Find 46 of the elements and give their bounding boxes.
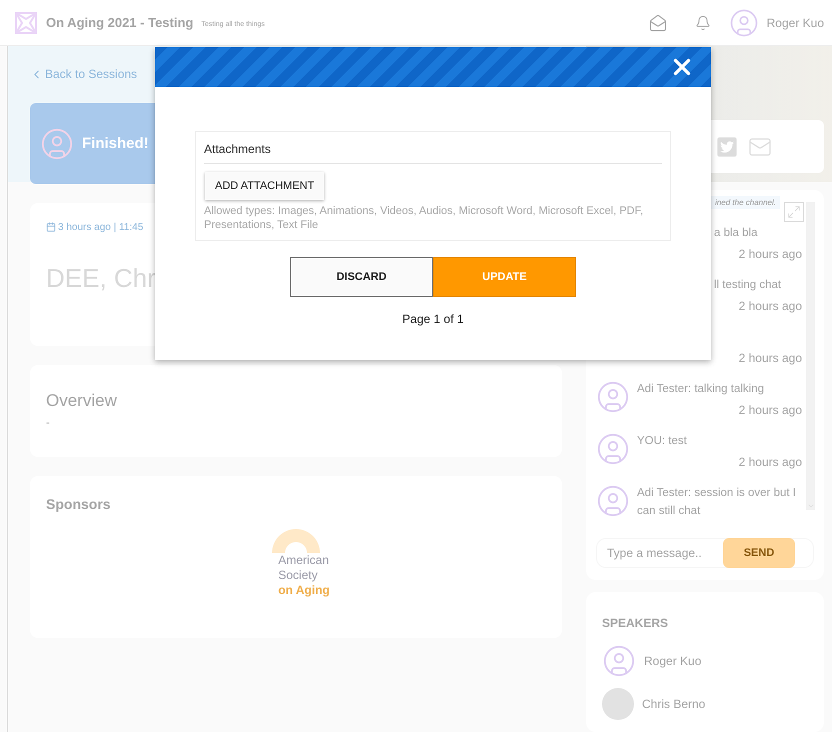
message-time: 2 hours ago <box>738 351 802 365</box>
status-text: Finished! <box>82 135 149 152</box>
avatar-icon <box>602 644 636 678</box>
sponsor-logo-text: on Aging <box>278 583 330 598</box>
app-title: On Aging 2021 - Testing <box>46 15 194 30</box>
overview-title: Overview <box>46 391 117 411</box>
add-attachment-button[interactable]: ADD ATTACHMENT <box>205 172 324 200</box>
sponsors-title: Sponsors <box>46 496 111 512</box>
chat-message: a bla bla <box>714 226 758 241</box>
message-field[interactable]: Type a message.. SEND <box>596 538 814 568</box>
chevron-down-icon <box>806 502 814 510</box>
logo-icon <box>14 10 38 34</box>
discard-button[interactable]: DISCARD <box>290 257 433 297</box>
back-link[interactable]: Back to Sessions <box>30 64 138 84</box>
sponsor-logo-text: American <box>278 553 329 568</box>
photo-placeholder <box>602 688 634 720</box>
user-avatar-icon <box>728 8 759 38</box>
speaker-name[interactable]: Chris Berno <box>642 697 706 711</box>
send-button[interactable]: SEND <box>723 538 795 568</box>
message-time: 2 hours ago <box>738 403 802 417</box>
scrollbar[interactable] <box>806 202 815 510</box>
chat-message: ll testing chat <box>714 278 782 293</box>
user-name[interactable]: Roger Kuo <box>766 16 824 30</box>
speakers-title: SPEAKERS <box>602 616 668 630</box>
chat-message: Adi Tester: talking talking <box>637 382 765 397</box>
pagination-text: Page 1 of 1 <box>402 312 464 326</box>
update-button[interactable]: UPDATE <box>433 257 576 297</box>
allowed-types-text: Allowed types: Images, Animations, Videos, Audios, Microsoft Word, Microsoft Excel, PDF, Presentations, Text File <box>204 204 644 232</box>
arch-icon <box>272 526 320 553</box>
attachments-title: Attachments <box>204 142 662 164</box>
avatar-icon <box>40 126 74 160</box>
message-time: 2 hours ago <box>738 455 802 469</box>
calendar-icon <box>46 222 56 232</box>
chat-message: YOU: test <box>637 434 688 449</box>
session-time: 3 hours ago | 11:45 <box>46 222 144 232</box>
chat-message: Adi Tester: session is over but I can still chat <box>637 486 797 519</box>
twitter-icon[interactable] <box>716 136 738 158</box>
speaker-name[interactable]: Roger Kuo <box>644 654 702 668</box>
chat-notice: ined the channel. <box>711 196 780 209</box>
mail-icon[interactable] <box>648 14 667 32</box>
sponsor-logo-text: Society <box>278 568 318 583</box>
expand-icon[interactable] <box>784 202 804 222</box>
overview-text: - <box>46 417 50 429</box>
message-time: 2 hours ago <box>738 299 802 313</box>
message-time: 2 hours ago <box>738 247 802 261</box>
notification-icon[interactable] <box>694 14 711 30</box>
